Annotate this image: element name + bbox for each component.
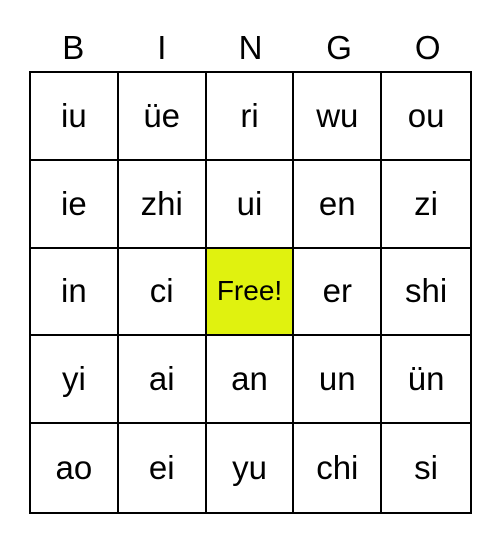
bingo-cell[interactable]: shi [382, 249, 470, 337]
header-letter-o: O [414, 29, 441, 66]
bingo-cell[interactable]: ie [31, 160, 119, 249]
bingo-cell[interactable]: in [31, 248, 119, 337]
bingo-cell[interactable]: ci [118, 248, 207, 337]
bingo-cell[interactable]: un [294, 336, 383, 425]
free-space[interactable]: Free! [206, 248, 295, 337]
bingo-cell[interactable]: si [382, 424, 470, 512]
header-letter-i: I [157, 29, 167, 66]
bingo-cell[interactable]: ri [206, 73, 295, 161]
bingo-cell[interactable]: an [206, 336, 295, 425]
bingo-cell[interactable]: en [294, 160, 383, 249]
bingo-grid: iu üe ri wu ou ie zhi ui en zi in ci Free! er shi yi ai a… [29, 71, 472, 514]
bingo-cell[interactable]: iu [31, 73, 119, 161]
bingo-cell[interactable]: ou [382, 73, 470, 161]
bingo-cell[interactable]: ao [31, 424, 119, 512]
bingo-header: BINGO [29, 26, 472, 70]
bingo-cell[interactable]: zi [382, 161, 470, 249]
bingo-cell[interactable]: ui [206, 160, 295, 249]
bingo-cell[interactable]: üe [118, 73, 207, 161]
bingo-cell[interactable]: yu [207, 424, 295, 512]
bingo-cell[interactable]: chi [294, 424, 383, 512]
bingo-cell[interactable]: ei [119, 424, 207, 512]
bingo-cell[interactable]: yi [31, 336, 119, 425]
bingo-cell[interactable]: wu [294, 73, 383, 161]
header-letter-b: B [62, 29, 85, 66]
bingo-cell[interactable]: zhi [118, 160, 207, 249]
header-letter-g: G [326, 29, 352, 66]
header-letter-n: N [238, 29, 263, 66]
bingo-cell[interactable]: er [294, 248, 383, 337]
bingo-cell[interactable]: ün [382, 336, 470, 425]
bingo-cell[interactable]: ai [118, 336, 207, 425]
